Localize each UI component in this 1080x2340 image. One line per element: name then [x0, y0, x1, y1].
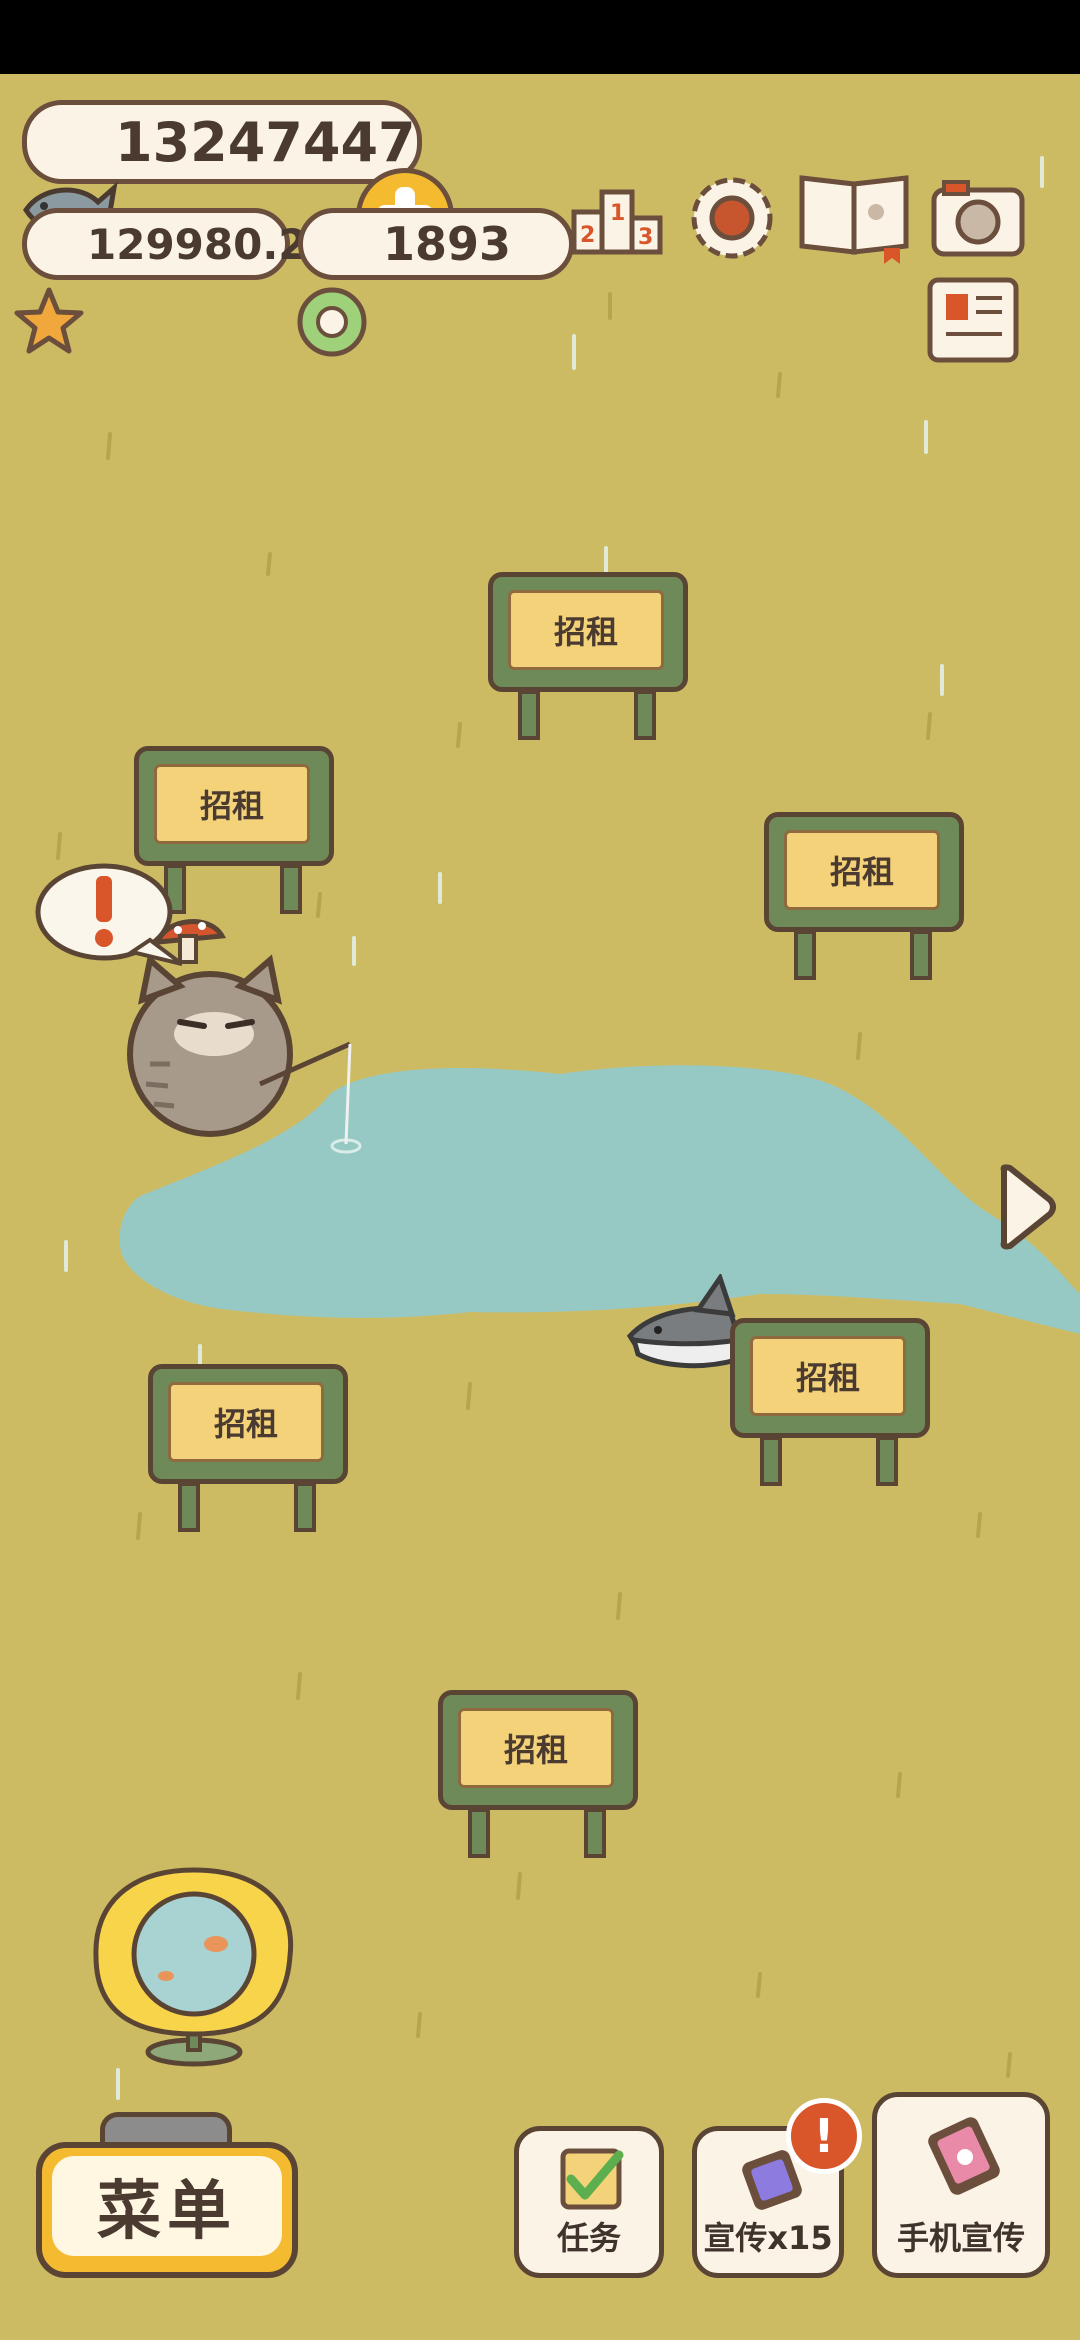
star-count: 129980.2 — [87, 219, 308, 269]
settings-gear-icon[interactable] — [686, 172, 778, 264]
sign-leg — [760, 1436, 782, 1486]
menu-label: 菜单 — [52, 2156, 282, 2256]
checklist-icon — [560, 2148, 624, 2210]
svg-text:1: 1 — [610, 201, 625, 226]
tasks-button[interactable]: 任务 — [514, 2126, 664, 2278]
phone-promote-button[interactable]: 手机宣传 — [872, 2092, 1050, 2278]
sign-label: 招租 — [750, 1336, 906, 1416]
svg-text:2: 2 — [580, 223, 595, 248]
sign-leg — [584, 1808, 606, 1858]
for-rent-sign[interactable]: 招租 — [148, 1364, 348, 1544]
svg-text:3: 3 — [638, 225, 653, 250]
camera-icon[interactable] — [930, 176, 1026, 260]
fish-currency-counter: 13247447 — [22, 100, 422, 184]
coin-count: 1893 — [383, 217, 512, 271]
next-area-arrow-icon[interactable] — [994, 1160, 1060, 1254]
green-coin-icon — [297, 287, 367, 357]
star-icon — [14, 287, 84, 354]
sign-label: 招租 — [168, 1382, 324, 1462]
sign-leg — [294, 1482, 316, 1532]
for-rent-sign[interactable]: 招租 — [438, 1690, 638, 1870]
sign-label: 招租 — [508, 590, 664, 670]
menu-button[interactable]: 菜单 — [36, 2142, 298, 2278]
alert-bubble-icon[interactable] — [32, 860, 182, 970]
leaderboard-podium-icon[interactable]: 2 1 3 — [570, 172, 666, 260]
sign-leg — [794, 930, 816, 980]
game-scene[interactable]: 招租 招租 招租 招租 招租 招租 — [0, 74, 1080, 2340]
star-currency-counter: 129980.2 — [22, 208, 308, 280]
coin-currency-counter: 1893 — [298, 208, 574, 280]
sign-leg — [876, 1436, 898, 1486]
sign-label: 招租 — [458, 1708, 614, 1788]
fish-count: 13247447 — [115, 110, 416, 174]
sign-leg — [280, 864, 302, 914]
sign-leg — [910, 930, 932, 980]
sign-leg — [634, 690, 656, 740]
newspaper-icon[interactable] — [924, 274, 1022, 366]
promote-alert-badge: ! — [786, 2098, 862, 2174]
promote-label: 宣传x15 — [703, 2219, 833, 2257]
cat-book-icon[interactable] — [796, 168, 912, 264]
sign-label: 招租 — [784, 830, 940, 910]
for-rent-sign[interactable]: 招租 — [730, 1318, 930, 1498]
sign-leg — [518, 690, 540, 740]
tasks-label: 任务 — [556, 2219, 621, 2257]
sign-leg — [178, 1482, 200, 1532]
status-bar — [0, 0, 1080, 74]
sign-label: 招租 — [154, 764, 310, 844]
for-rent-sign[interactable]: 招租 — [488, 572, 688, 752]
phone-promote-label: 手机宣传 — [896, 2219, 1025, 2257]
phone-ad-icon — [928, 2117, 1000, 2195]
for-rent-sign[interactable]: 招租 — [764, 812, 964, 992]
sign-leg — [468, 1808, 490, 1858]
fish-bowl-icon[interactable] — [90, 1864, 300, 2074]
